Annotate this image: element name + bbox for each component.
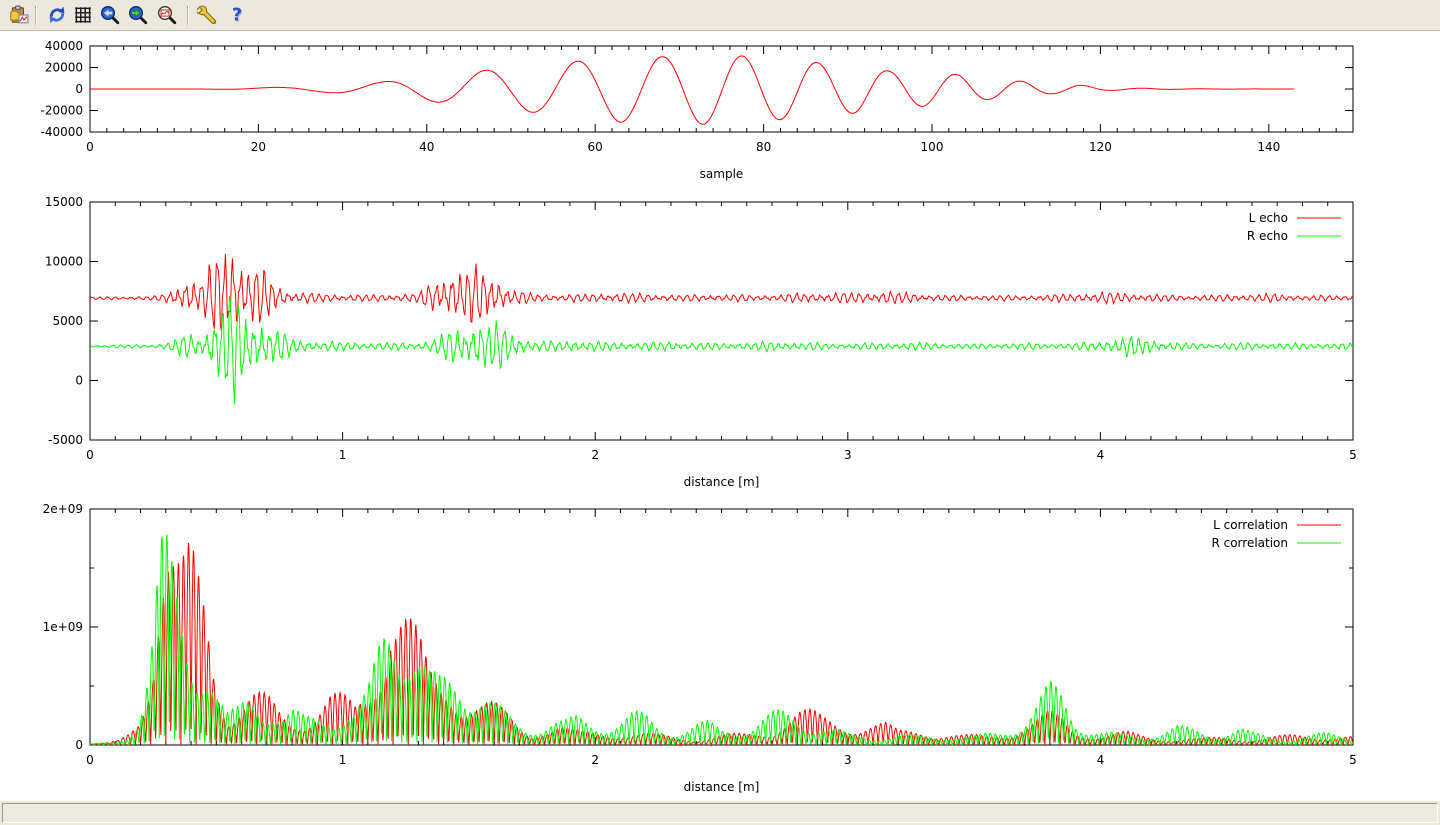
x-tick-label: 0 [86,140,94,154]
grid-toggle-button[interactable] [71,3,95,27]
y-tick-label: 2e+09 [43,502,83,516]
y-tick-label: -20000 [40,104,83,118]
plot-border [90,509,1353,745]
toolbar-separator [187,6,189,25]
y-tick-label: 40000 [45,39,83,53]
series-r-echo [90,296,1353,404]
x-tick-label: 2 [591,753,599,767]
legend-label: L correlation [1213,518,1288,532]
x-tick-label: 1 [339,448,347,462]
x-tick-label: 120 [1089,140,1112,154]
legend: L correlation R correlation [1211,518,1341,550]
y-tick-label: 20000 [45,61,83,75]
x-tick-label: 80 [756,140,771,154]
x-tick-label: 4 [1097,448,1105,462]
help-icon: ? ? [227,5,247,25]
zoom-next-icon [128,5,148,25]
autoscale-icon [157,5,177,25]
plot-canvas[interactable]: 020406080100120140-40000-200000200004000… [0,31,1440,801]
x-tick-label: 0 [86,753,94,767]
series-signal [90,56,1294,124]
x-tick-label: 20 [251,140,266,154]
zoom-previous-icon [100,5,120,25]
y-tick-label: 15000 [45,195,83,209]
x-tick-label: 40 [419,140,434,154]
y-tick-label: 1e+09 [43,620,83,634]
x-axis-label: distance [m] [684,475,760,489]
y-tick-label: 0 [75,374,83,388]
legend-label: R echo [1247,229,1288,243]
series-l-echo [90,254,1353,332]
signal-plot: 0 20 40 60 80 100 120 140 -40000 -20000 0 20000 4000… [40,39,1353,181]
plot-border [90,202,1353,440]
echo-plot: 012345-5000050001000015000distance [m]L … [45,195,1357,489]
legend-label: L echo [1249,211,1288,225]
help-button[interactable]: ? ? [225,3,249,27]
status-panel [2,803,1438,823]
x-tick-label: 4 [1097,753,1105,767]
y-tick-label: 5000 [52,314,83,328]
series-l-correlation [90,543,1353,745]
x-tick-label: 3 [844,448,852,462]
wrench-icon [197,5,217,25]
toolbar: ? ? [0,0,1440,31]
copy-plot-button[interactable] [7,3,31,27]
y-tick-label: 0 [75,738,83,752]
replot-button[interactable] [45,3,69,27]
plots-svg[interactable]: 020406080100120140-40000-200000200004000… [0,31,1440,801]
configure-button[interactable] [195,3,219,27]
x-tick-label: 60 [588,140,603,154]
status-bar [0,801,1440,825]
y-tick-label: 0 [75,82,83,96]
autoscale-button[interactable] [155,3,179,27]
x-tick-label: 0 [86,448,94,462]
clipboard-chart-icon [9,5,29,25]
y-tick-label: 10000 [45,255,83,269]
zoom-next-button[interactable] [126,3,150,27]
grid-icon [73,5,93,25]
legend-label: R correlation [1211,536,1288,550]
refresh-icon [47,5,67,25]
x-tick-label: 5 [1349,448,1357,462]
zoom-previous-button[interactable] [98,3,122,27]
x-tick-label: 1 [339,753,347,767]
toolbar-separator [35,6,37,25]
x-tick-label: 140 [1257,140,1280,154]
y-tick-label: -40000 [40,125,83,139]
y-tick-label: -5000 [48,433,83,447]
gnuplot-window: { "window": { "colors": { "window_bg": "… [0,0,1440,825]
x-tick-label: 2 [591,448,599,462]
legend: L echo R echo [1247,211,1341,243]
x-tick-label: 5 [1349,753,1357,767]
correlation-plot: 0 1 2 3 4 5 0 1e+09 2e+09 distance [m] L correlati… [43,502,1357,794]
x-tick-label: 3 [844,753,852,767]
x-axis-label: distance [m] [684,780,760,794]
x-axis-label: sample [700,167,744,181]
svg-text:?: ? [232,6,242,25]
x-tick-label: 100 [921,140,944,154]
